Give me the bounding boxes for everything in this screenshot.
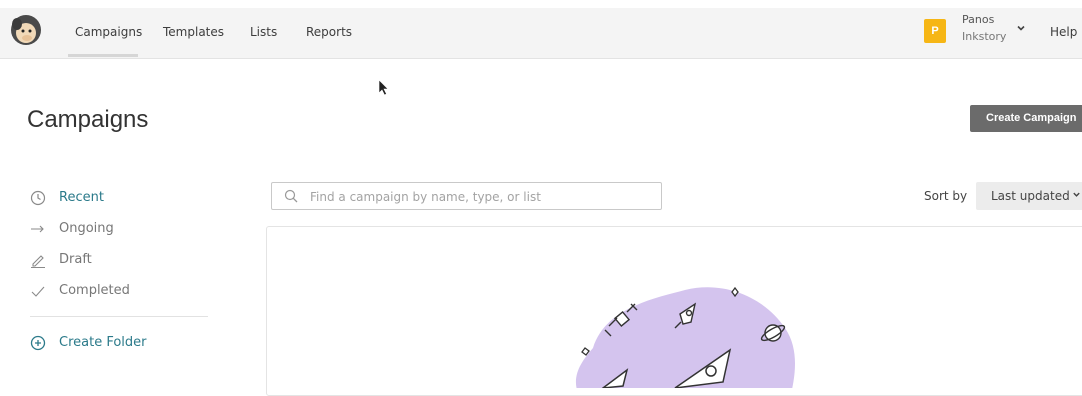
top-nav: Campaigns Templates Lists Reports P Pano…	[0, 8, 1082, 59]
search-input[interactable]	[308, 187, 652, 207]
chevron-down-icon	[1073, 192, 1080, 197]
sidebar-item-label: Recent	[59, 190, 104, 205]
sidebar-item-label: Draft	[59, 252, 92, 267]
rockets-illustration	[575, 286, 795, 388]
sort-value: Last updated	[991, 189, 1070, 203]
chevron-down-icon[interactable]	[1016, 23, 1026, 33]
create-campaign-button[interactable]: Create Campaign	[970, 105, 1082, 132]
sort-label: Sort by	[924, 189, 968, 203]
clock-icon	[30, 190, 46, 206]
search-box[interactable]	[271, 182, 662, 210]
account-name[interactable]: Panos	[962, 13, 994, 26]
help-link[interactable]: Help	[1050, 25, 1077, 39]
nav-active-indicator	[68, 54, 138, 57]
arrow-right-icon	[31, 225, 44, 233]
nav-reports[interactable]: Reports	[306, 25, 352, 39]
account-org[interactable]: Inkstory	[962, 30, 1006, 43]
nav-campaigns[interactable]: Campaigns	[75, 25, 142, 39]
sidebar-divider	[30, 316, 208, 317]
sidebar-item-label: Completed	[59, 283, 130, 298]
sort-dropdown[interactable]: Last updated	[976, 182, 1082, 210]
nav-lists[interactable]: Lists	[250, 25, 277, 39]
search-icon	[284, 189, 298, 203]
pencil-icon	[31, 255, 45, 268]
mailchimp-logo-icon[interactable]	[8, 12, 44, 48]
plus-circle-icon	[30, 335, 46, 351]
sidebar-item-label: Ongoing	[59, 221, 114, 236]
avatar[interactable]: P	[924, 19, 946, 43]
checkmark-icon	[31, 286, 45, 297]
nav-templates[interactable]: Templates	[163, 25, 224, 39]
create-folder-label: Create Folder	[59, 335, 147, 350]
page-title: Campaigns	[27, 106, 149, 133]
mouse-cursor-icon	[378, 79, 389, 96]
